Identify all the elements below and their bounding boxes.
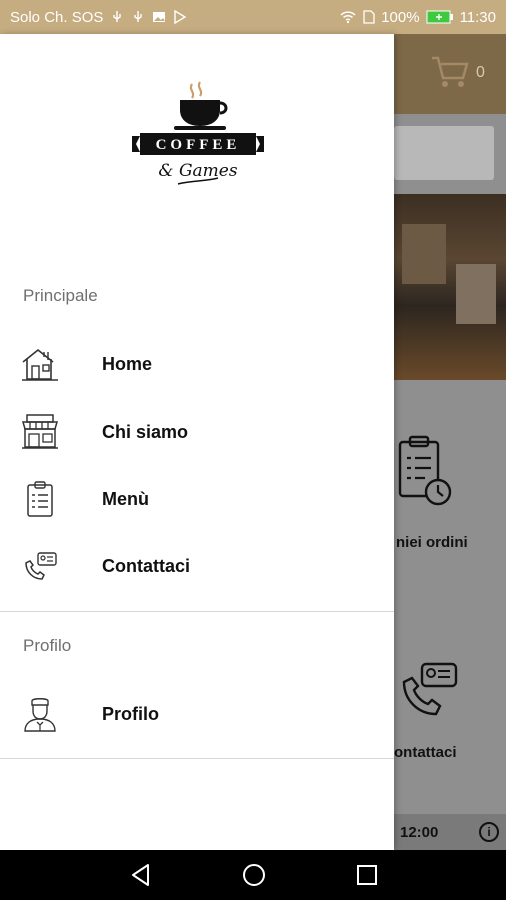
menu-item-label: Contattaci (102, 555, 191, 576)
battery-percent: 100% (381, 8, 420, 26)
logo-coffee-text: COFFEE (156, 137, 241, 153)
carrier-label: Solo Ch. SOS (10, 8, 104, 26)
section-divider-bottom (0, 758, 394, 759)
contact-phone-icon[interactable] (398, 660, 462, 720)
house-icon (22, 348, 58, 381)
coffee-games-logo: COFFEE & Games (132, 81, 264, 185)
menu-item-menu[interactable]: Menù (0, 471, 394, 527)
cart-count: 0 (476, 64, 485, 81)
section-divider (0, 611, 394, 612)
system-nav-bar (0, 850, 506, 900)
section-title-principale: Principale (23, 286, 98, 305)
usb-icon (113, 11, 122, 22)
battery-icon (426, 10, 453, 24)
clock: 11:30 (459, 8, 496, 26)
sim-icon (363, 10, 375, 24)
menu-item-chi-siamo[interactable]: Chi siamo (0, 404, 394, 460)
wifi-icon (340, 11, 356, 24)
menu-item-label: Chi siamo (102, 421, 189, 442)
menu-item-label: Home (102, 353, 153, 374)
hero-image (394, 194, 506, 380)
orders-clipboard-icon[interactable] (396, 434, 456, 510)
home-circle-icon[interactable] (241, 862, 267, 888)
shop-icon (22, 414, 58, 449)
contact-label[interactable]: ontattaci (394, 744, 457, 761)
info-icon[interactable]: i (479, 822, 499, 842)
menu-item-home[interactable]: Home (0, 336, 394, 392)
recents-icon[interactable] (354, 862, 380, 888)
menu-item-label: Profilo (102, 703, 159, 724)
image-icon (153, 12, 166, 22)
cart-icon[interactable] (430, 54, 470, 90)
usb-icon-2 (134, 11, 143, 22)
clipboard-icon (27, 481, 53, 517)
phone-contact-icon (25, 552, 57, 580)
search-box[interactable] (394, 126, 494, 180)
status-bar: Solo Ch. SOS 100% 11:30 (0, 0, 506, 34)
orders-label[interactable]: niei ordini (396, 534, 468, 551)
menu-item-contattaci[interactable]: Contattaci (0, 538, 394, 594)
hours-text: 12:00 (400, 824, 439, 841)
back-icon[interactable] (128, 862, 154, 888)
waiter-icon (24, 698, 56, 732)
navigation-drawer: COFFEE & Games Principale Home Chi siamo… (0, 34, 394, 850)
section-title-profilo: Profilo (23, 636, 72, 655)
menu-item-label: Menù (102, 488, 149, 509)
menu-item-profilo[interactable]: Profilo (0, 686, 394, 742)
logo-games-text: & Games (158, 161, 237, 181)
play-store-icon (174, 10, 187, 24)
